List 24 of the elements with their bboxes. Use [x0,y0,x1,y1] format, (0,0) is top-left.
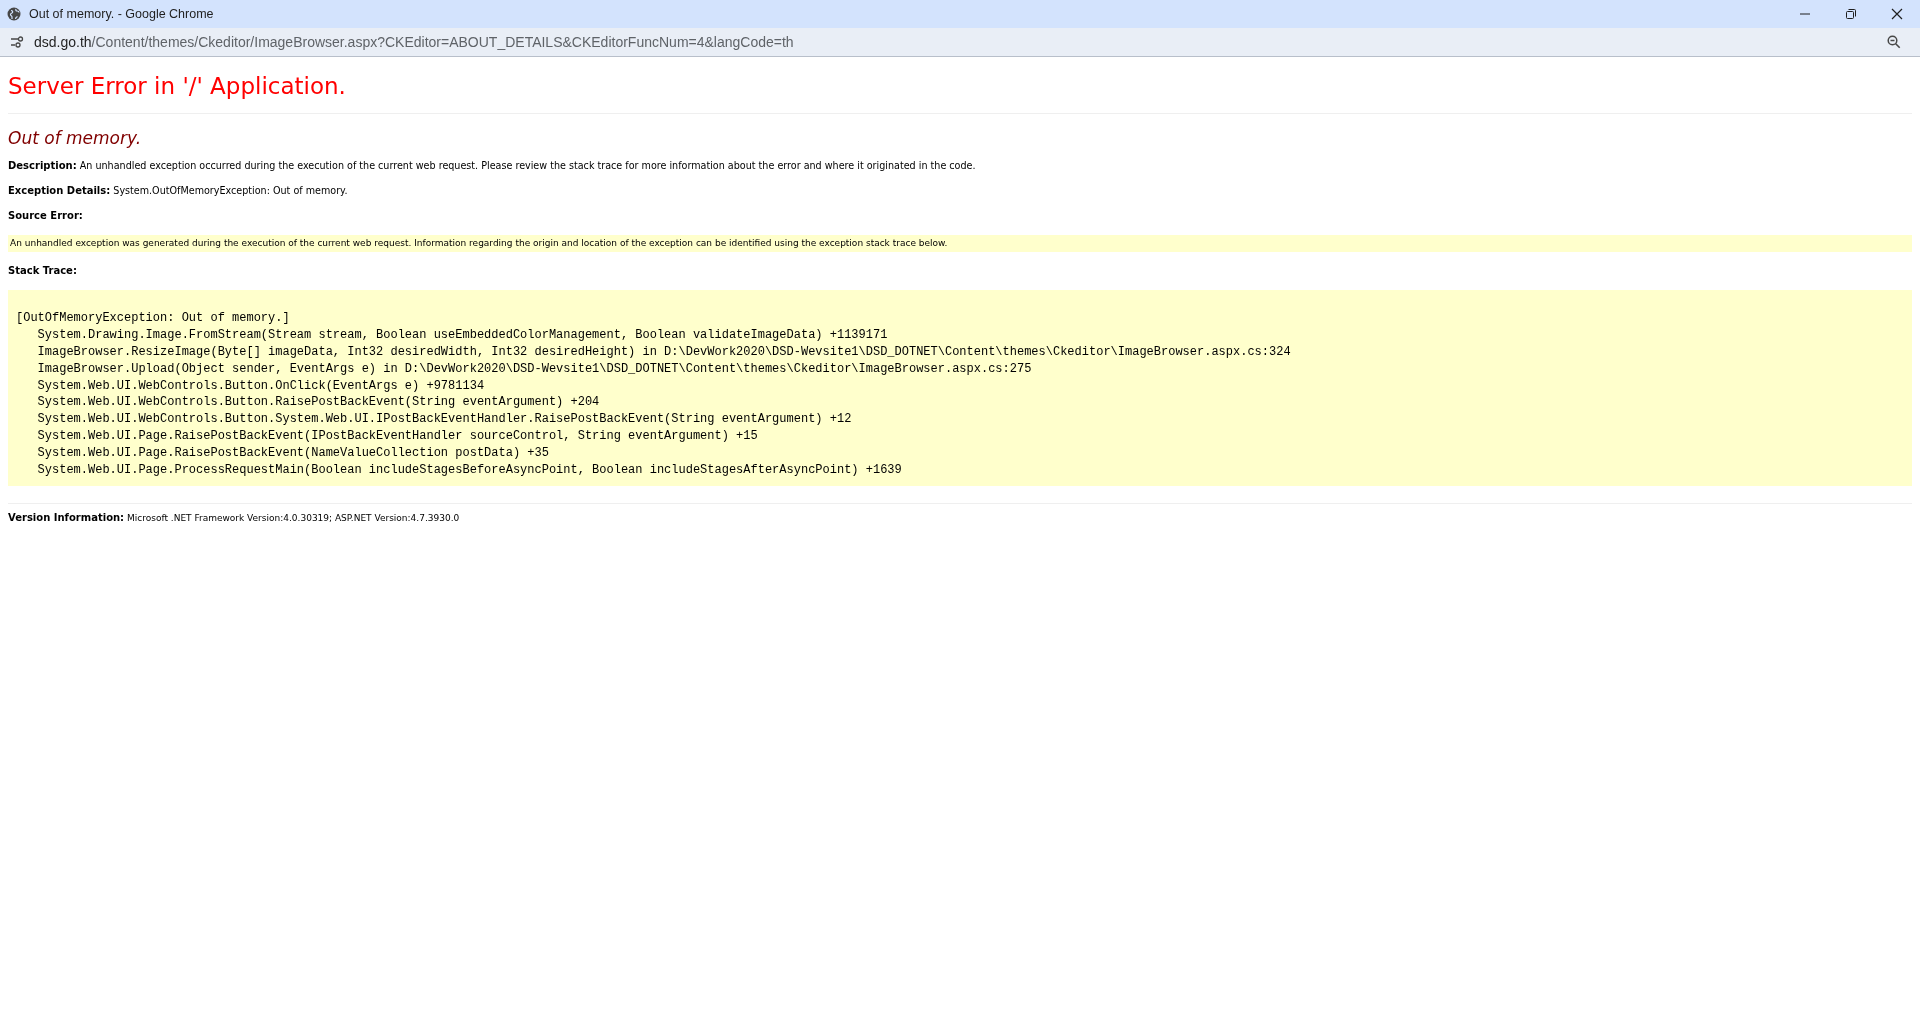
stack-trace-line: System.Web.UI.Page.RaisePostBackEvent(NameValueCollection postData) +35 [36,444,550,462]
section-label: Source Error: [8,210,84,222]
error-title: Out of memory. [8,127,143,148]
stack-trace-line: System.Web.UI.Page.RaisePostBackEvent(IPostBackEventHandler sourceControl, String eventArgument) +15 [36,428,759,445]
stack-trace-line: System.Web.UI.Page.ProcessRequestMain(Boolean includeStagesBeforeAsyncPoint, Boolean includeStagesAfterAsyncPoint) +1639 [36,461,903,479]
exception-details-text: Exception Details: System.OutOfMemoryException: Out of memory. [8,185,349,197]
close-icon [1891,8,1903,20]
stack-trace-line: System.Web.UI.WebControls.Button.OnClick(EventArgs e) +9781134 [36,377,486,395]
stack-trace-line: ImageBrowser.Upload(Object sender, EventArgs e) in D:\DevWork2020\DSD-Wevsite1\DSD_DOTNET\Content\themes\Ckeditor\ImageBrowser.aspx.cs:275 [36,360,1033,378]
description-text: Description: An unhandled exception occurred during the execution of the current web request. Please review the stack trace for more information about the error and where it originated in the code. [8,160,977,172]
stack-trace-line: System.Web.UI.WebControls.Button.RaisePostBackEvent(String eventArgument) +204 [36,394,601,412]
zoom-out-icon[interactable] [1887,35,1901,49]
stack-trace-line: System.Drawing.Image.FromStream(Stream stream, Boolean useEmbeddedColorManagement, Boolean validateImageData) +1139171 [36,327,889,345]
section-label: Stack Trace: [8,265,78,278]
version-information-text: Version Information: Microsoft .NET Framework Version:4.0.30319; ASP.NET Version:4.7.3930.0 [8,512,461,525]
stack-trace-line: System.Web.UI.WebControls.Button.System.Web.UI.IPostBackEventHandler.RaisePostBackEvent(String eventArgument) +12 [36,411,853,429]
window-title: Out of memory. - Google Chrome [29,5,215,23]
site-settings-icon[interactable] [10,36,24,48]
restore-icon [1845,8,1857,20]
source-error-message: An unhandled exception was generated during the execution of the current web request. Information regarding the origin and location of the exception can be identified using the exception stack trace below. [8,235,1912,253]
stack-trace-line: ImageBrowser.ResizeImage(Byte[] imageData, Int32 desiredWidth, Int32 desiredHeight) in D:\DevWork2020\DSD-Wevsite1\DSD_DOTNET\Content\themes\Ckeditor\ImageBrowser.aspx.cs:324 [36,344,1292,361]
stack-trace-line: [OutOfMemoryException: Out of memory.] [16,310,291,328]
page-heading: Server Error in '/' Application. [8,73,347,101]
globe-icon [7,7,21,21]
